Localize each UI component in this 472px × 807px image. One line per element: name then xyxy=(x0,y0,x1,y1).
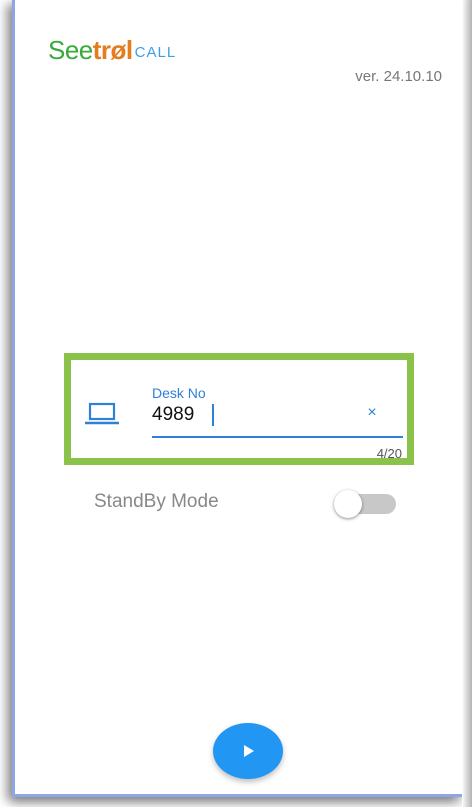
logo-trol-text: trøl xyxy=(92,35,133,65)
version-label: ver. 24.10.10 xyxy=(355,68,442,85)
standby-mode-label: StandBy Mode xyxy=(94,491,219,512)
logo-call-text: CALL xyxy=(134,44,177,61)
standby-mode-toggle[interactable] xyxy=(334,489,398,519)
character-counter: 4/20 xyxy=(376,446,402,461)
play-icon xyxy=(244,745,254,757)
app-frame: Seetrøl CALL ver. 24.10.10 Desk No × 4/2… xyxy=(0,0,472,807)
laptop-icon xyxy=(85,402,119,425)
clear-button[interactable]: × xyxy=(362,401,382,425)
window-shadow xyxy=(462,0,472,807)
toggle-thumb xyxy=(334,490,362,518)
desk-no-input[interactable] xyxy=(152,402,352,428)
logo-see-text: See xyxy=(48,35,93,65)
text-caret xyxy=(212,404,214,426)
start-button[interactable] xyxy=(213,723,283,779)
desk-no-label: Desk No xyxy=(152,385,206,401)
desk-input-underline xyxy=(152,436,403,438)
app-logo: Seetrøl CALL xyxy=(48,37,176,63)
logo-wordmark: Seetrøl xyxy=(48,37,133,63)
